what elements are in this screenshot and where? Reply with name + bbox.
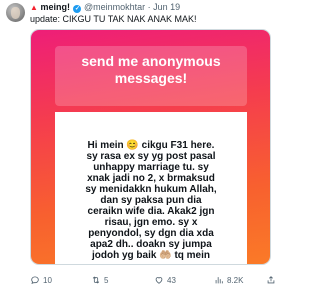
share-icon	[267, 276, 275, 284]
message-line: penyondol, sy dgn dia xda	[88, 228, 214, 239]
avatar-photo	[11, 7, 20, 19]
card-title: send me anonymous messages!	[55, 53, 247, 87]
message-line: unhappy marriage tu. sy	[93, 162, 209, 173]
tweet-text: update: CIKGU TU TAK NAK ANAK MAK!	[30, 14, 197, 24]
display-name[interactable]: meing!	[40, 2, 70, 12]
media-card[interactable]: send me anonymous messages! Hi mein 😊 ci…	[30, 29, 271, 265]
like-button[interactable]: 43	[154, 273, 176, 287]
message-line: xnak jadi no 2, x brmaksud	[87, 173, 215, 184]
message-line: dan sy paksa pun dia	[100, 195, 202, 206]
verified-badge-icon: ✓	[73, 5, 82, 13]
message-line: ceraikn wife dia. Akak2 jgn	[87, 206, 215, 217]
views-icon	[215, 277, 223, 284]
retweet-button[interactable]: 5	[91, 273, 108, 287]
message-box: Hi mein 😊 cikgu F31 here. sy rasa ex sy …	[55, 112, 247, 264]
views-button[interactable]: 8.2K	[214, 273, 243, 287]
like-count: 43	[167, 275, 176, 285]
reply-button[interactable]: 10	[30, 273, 52, 287]
message-line: apa2 dh.. doakn sy jumpa	[90, 239, 212, 250]
action-bar: 10 5 43 8.2K	[30, 273, 279, 287]
retweet-count: 5	[104, 275, 109, 285]
card-title-line1: send me anonymous	[81, 53, 221, 69]
card-title-box: send me anonymous messages!	[55, 46, 247, 106]
heart-icon	[155, 277, 163, 284]
avatar[interactable]	[6, 3, 25, 22]
retweet-icon	[92, 276, 100, 284]
view-count: 8.2K	[227, 275, 244, 285]
card-title-line2: messages!	[114, 70, 188, 86]
reply-icon	[31, 276, 39, 285]
message-line: Hi mein 😊 cikgu F31 here.	[87, 140, 215, 151]
handle-and-date[interactable]: @meinmokhtar · Jun 19	[84, 2, 180, 12]
message-line: sy menidakkn hukum Allah,	[85, 184, 217, 195]
message-line: sy rasa ex sy yg post pasal	[86, 151, 216, 162]
message-line: risau, jgn emo. sy x	[104, 217, 198, 228]
message-line: jodoh yg baik 🤲🏼 tq mein	[91, 250, 210, 261]
reply-count: 10	[43, 275, 52, 285]
anonymous-message: Hi mein 😊 cikgu F31 here. sy rasa ex sy …	[55, 140, 247, 261]
red-triangle-icon: ▲	[30, 3, 38, 12]
share-button[interactable]	[266, 273, 276, 287]
